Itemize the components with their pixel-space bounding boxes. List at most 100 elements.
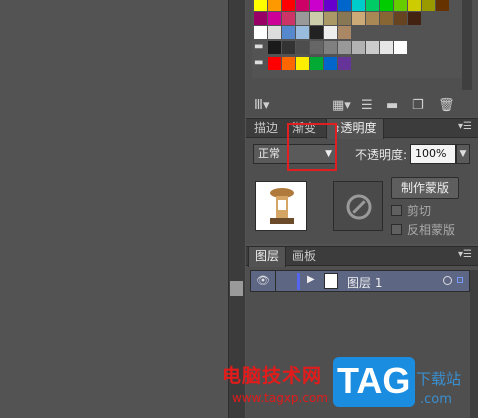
color-swatch[interactable] [394,0,407,11]
color-swatch[interactable] [310,57,323,70]
new-color-group-icon[interactable]: ▬ [386,99,398,112]
opacity-label: 不透明度: [355,148,408,162]
color-swatch[interactable] [408,12,421,25]
color-swatch[interactable] [310,26,323,39]
color-swatch[interactable] [282,41,295,54]
document-canvas[interactable] [0,0,228,418]
color-swatch[interactable] [338,41,351,54]
color-group-folder-icon[interactable]: ▬ [254,41,267,54]
swatch-row [254,0,450,11]
color-swatch[interactable] [268,0,281,11]
scrollbar-thumb[interactable] [230,281,243,296]
panel-menu-icon[interactable]: ▾☰ [458,121,472,132]
watermark-logo: TAG [333,357,415,407]
color-swatch[interactable] [254,0,267,11]
color-swatch[interactable] [268,26,281,39]
swatch-row: ▬ [254,57,352,70]
color-swatch[interactable] [366,0,379,11]
color-group-folder-icon[interactable]: ▬ [254,57,267,70]
blend-mode-value: 正常 [258,147,280,160]
color-swatch[interactable] [296,41,309,54]
swatches-toolbar: Ⅲ▾ ▦▾ ☰ ▬ ❐ 🗑 [248,96,474,116]
swatches-scrollbar[interactable] [462,0,472,90]
color-swatch[interactable] [366,41,379,54]
layer-thumbnail [324,273,338,289]
layers-scrollbar[interactable] [470,270,478,418]
color-swatch[interactable] [282,26,295,39]
layer-color-bar [297,273,300,290]
color-swatch[interactable] [282,0,295,11]
color-swatch[interactable] [338,26,351,39]
color-swatch[interactable] [282,12,295,25]
invert-mask-label: 反相蒙版 [407,223,456,237]
color-swatch[interactable] [254,12,267,25]
layers-menu-icon[interactable]: ▾☰ [458,249,472,260]
artwork-thumbnail[interactable] [255,181,307,231]
color-swatch[interactable] [324,41,337,54]
color-swatch[interactable] [338,0,351,11]
color-swatch[interactable] [310,41,323,54]
highlight-box [287,123,337,171]
watermark-url: www.tagxp.com [232,391,328,405]
color-swatch[interactable] [324,57,337,70]
color-swatch[interactable] [310,12,323,25]
color-swatch[interactable] [324,0,337,11]
expand-arrow-icon[interactable]: ▶ [307,274,315,285]
vertical-scrollbar[interactable] [228,0,245,418]
figure-image [270,188,294,224]
swatch-kind-icon[interactable]: ▦▾ [332,99,351,112]
opacity-input[interactable]: 100% [410,144,456,164]
color-swatch[interactable] [268,57,281,70]
color-swatch[interactable] [380,41,393,54]
color-swatch[interactable] [352,0,365,11]
color-swatch[interactable] [310,0,323,11]
color-swatch[interactable] [352,12,365,25]
swatch-row [254,12,422,25]
swatch-row [254,26,352,39]
tab-artboards[interactable]: 画板 [286,247,322,267]
color-swatch[interactable] [324,26,337,39]
visibility-eye-icon[interactable]: 👁 [256,274,270,287]
layer-row[interactable]: 👁 ▶ 图层 1 [250,270,470,292]
color-swatch[interactable] [436,0,449,11]
color-swatch[interactable] [380,12,393,25]
color-swatch[interactable] [296,26,309,39]
opacity-dropdown-icon[interactable]: ▼ [456,144,470,164]
tab-stroke[interactable]: 描边 [248,119,284,139]
layers-tabbar: 图层 画板 ▾☰ [246,246,478,267]
color-swatch[interactable] [380,0,393,11]
color-swatch[interactable] [296,57,309,70]
tab-transparency-label: 透明度 [340,121,377,135]
color-swatch[interactable] [268,41,281,54]
watermark-partial-url: .com [420,392,452,407]
delete-swatch-icon[interactable]: 🗑 [438,99,455,112]
color-swatch[interactable] [268,12,281,25]
color-swatch[interactable] [408,0,421,11]
color-swatch[interactable] [394,12,407,25]
color-swatch[interactable] [324,12,337,25]
swatch-options-icon[interactable]: ☰ [361,99,373,112]
color-swatch[interactable] [366,12,379,25]
clip-checkbox[interactable] [391,205,402,216]
target-icon[interactable] [443,276,452,285]
color-swatch[interactable] [254,26,267,39]
make-mask-button[interactable]: 制作蒙版 [391,177,459,199]
layer-name[interactable]: 图层 1 [347,274,382,291]
color-swatch[interactable] [338,12,351,25]
color-swatch[interactable] [296,0,309,11]
color-swatch[interactable] [422,0,435,11]
watermark-site-name: 电脑技术网 [222,365,323,387]
swatch-grid: ▬ ▬ [252,0,462,78]
watermark-logo-text: TAG [337,360,411,401]
new-swatch-icon[interactable]: ❐ [412,99,424,112]
mask-thumbnail[interactable] [333,181,383,231]
color-swatch[interactable] [352,41,365,54]
color-swatch[interactable] [338,57,351,70]
invert-mask-checkbox[interactable] [391,224,402,235]
color-swatch[interactable] [394,41,407,54]
swatch-library-icon[interactable]: Ⅲ▾ [254,99,270,112]
color-swatch[interactable] [296,12,309,25]
selection-indicator-icon[interactable] [457,277,463,283]
tab-layers[interactable]: 图层 [248,247,287,267]
color-swatch[interactable] [282,57,295,70]
